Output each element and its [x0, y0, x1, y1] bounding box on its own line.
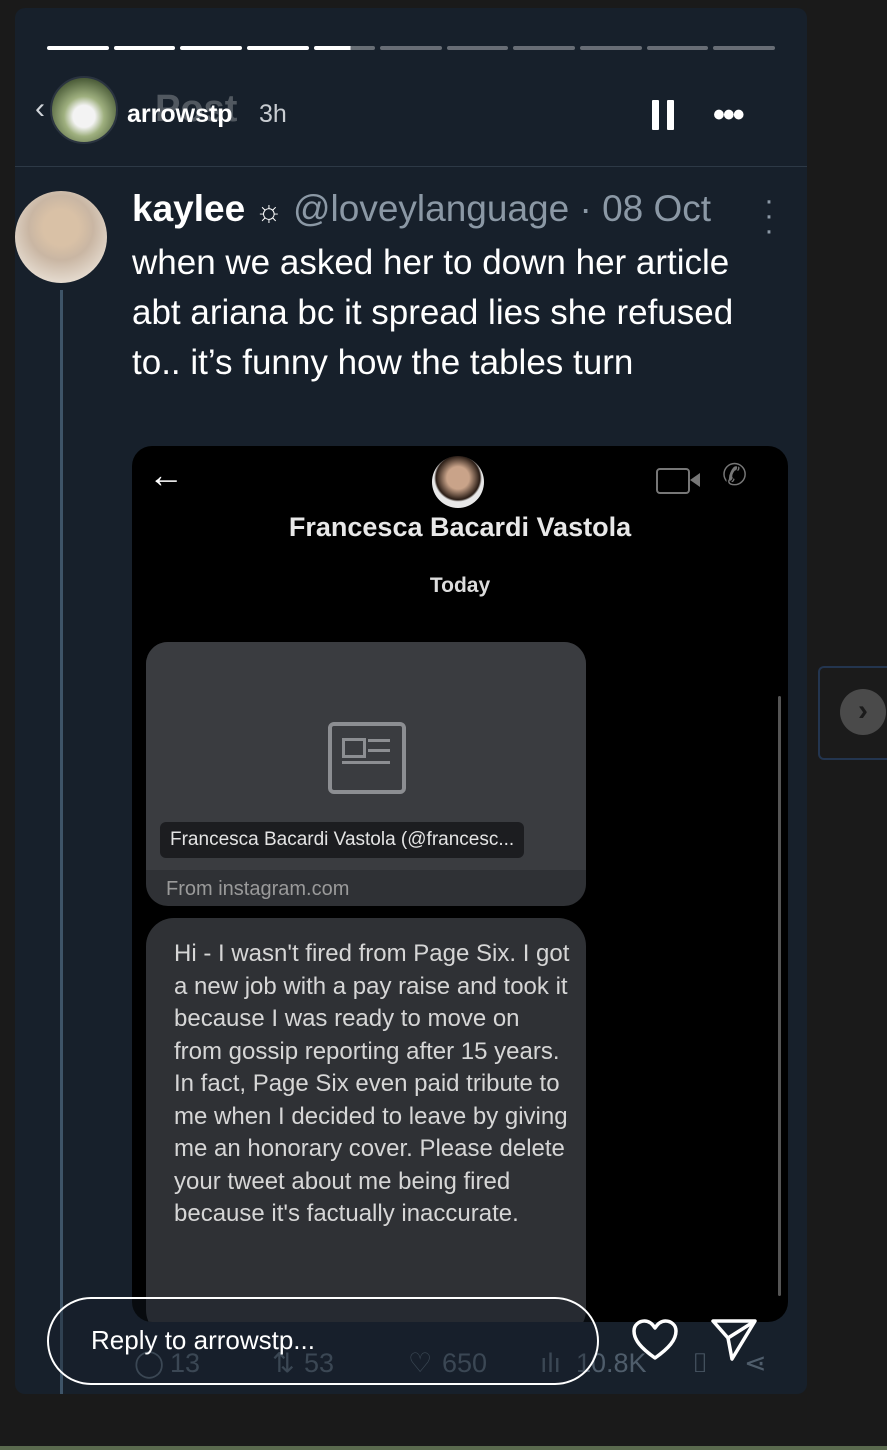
thread-line: [60, 290, 63, 1394]
message-bubble: Hi - I wasn't fired from Page Six. I got…: [146, 918, 586, 1322]
story-viewer: ‹ Post arrowstp 3h ••• kaylee ☼ @loveyla…: [15, 8, 807, 1394]
dm-screenshot: ← ✆ Francesca Bacardi Vastola Today Fran…: [132, 446, 788, 1322]
progress-segment: [47, 46, 109, 50]
progress-segment: [180, 46, 242, 50]
progress-segment: [113, 46, 176, 50]
bookmark-icon: ⌷: [692, 1348, 709, 1378]
progress-segment-current: [313, 46, 376, 50]
contact-avatar: [432, 456, 484, 508]
avatar[interactable]: [50, 76, 118, 144]
link-preview-card: Francesca Bacardi Vastola (@francesc... …: [146, 642, 586, 906]
bottom-strip: [0, 1446, 887, 1450]
progress-segment: [513, 46, 576, 50]
chevron-right-icon[interactable]: ›: [840, 689, 886, 735]
story-timestamp: 3h: [259, 100, 287, 128]
scrollbar: [778, 696, 781, 1296]
phone-icon: ✆: [722, 459, 748, 492]
video-call-icon: [656, 468, 690, 494]
reply-placeholder: Reply to arrowstp...: [91, 1325, 315, 1355]
story-header: ‹ Post arrowstp 3h •••: [35, 76, 785, 156]
progress-segment: [246, 46, 309, 50]
progress-segment: [580, 46, 642, 50]
story-username[interactable]: arrowstp: [127, 100, 233, 129]
tweet-author-name: kaylee: [132, 188, 246, 229]
link-preview-image: Francesca Bacardi Vastola (@francesc...: [146, 642, 586, 870]
progress-segment: [646, 46, 709, 50]
back-chevron-icon[interactable]: ‹: [35, 94, 45, 124]
link-source: From instagram.com: [166, 878, 350, 900]
progress-segment: [380, 46, 442, 50]
arrow-left-icon: ←: [148, 454, 184, 495]
tweet-text: when we asked her to down her article ab…: [132, 243, 734, 382]
story-progress-bar: [47, 46, 776, 50]
tweet-handle-date: @loveylanguage · 08 Oct: [293, 188, 712, 229]
more-options-icon[interactable]: •••: [713, 98, 745, 132]
reply-input[interactable]: Reply to arrowstp...: [47, 1297, 599, 1385]
pause-icon[interactable]: [652, 100, 674, 130]
contact-name: Francesca Bacardi Vastola: [288, 512, 632, 542]
tweet-menu-icon: · · ·: [764, 184, 774, 247]
progress-segment: [713, 46, 776, 50]
date-label: Today: [429, 574, 491, 597]
send-icon[interactable]: [710, 1316, 758, 1362]
heart-icon[interactable]: [631, 1318, 679, 1362]
tweet-avatar: [15, 191, 107, 283]
progress-segment: [446, 46, 509, 50]
gear-icon: ☼: [255, 195, 283, 228]
article-icon: [328, 722, 406, 794]
message-text: Hi - I wasn't fired from Page Six. I got…: [174, 940, 570, 1227]
link-title: Francesca Bacardi Vastola (@francesc...: [160, 822, 525, 858]
divider: [15, 166, 807, 167]
